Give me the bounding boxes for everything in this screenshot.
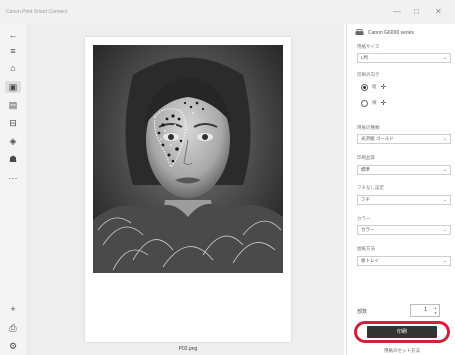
file-name: P02.png [178, 346, 198, 352]
paper-size-select[interactable]: L判 ⌄ [357, 53, 451, 63]
portrait-radio[interactable] [361, 83, 368, 91]
media-type-label: 用紙の種類 [357, 125, 380, 130]
scan-icon[interactable]: ⊟ [5, 117, 21, 129]
printer-icon[interactable]: ⎙ [5, 322, 21, 334]
copies-value: 1 [424, 307, 427, 313]
print-quality-select[interactable]: 標準 ⌄ [357, 165, 451, 175]
orientation-label: 印刷の向き [357, 72, 380, 77]
paper-size-value: L判 [361, 55, 369, 60]
landscape-label: 横 [372, 100, 377, 105]
landscape-icon: ✛ [380, 100, 387, 107]
paper-source-select[interactable]: 後トレイ ⌄ [357, 256, 451, 266]
color-select[interactable]: カラー ⌄ [357, 225, 451, 235]
layout-icon[interactable]: ◈ [5, 135, 21, 147]
print-button[interactable]: 印刷 [367, 326, 437, 338]
chevron-down-icon: ⌄ [442, 55, 447, 61]
preview-area: P02.png [26, 24, 344, 355]
print-quality-label: 印刷品質 [357, 155, 375, 160]
document-icon[interactable]: ▤ [5, 99, 21, 111]
portrait-label: 縦 [372, 84, 377, 89]
chevron-down-icon: ⌄ [442, 197, 447, 203]
title-bar: Canon Print Smart Connect — □ ✕ [0, 0, 455, 24]
maximize-button[interactable]: □ [414, 8, 419, 16]
color-label: カラー [357, 216, 371, 221]
paper-preview [85, 37, 291, 342]
back-arrow-icon[interactable]: ← [5, 29, 21, 41]
borderless-label: フチなし設定 [357, 185, 384, 190]
chevron-down-icon: ⌄ [442, 227, 447, 233]
copies-stepper[interactable]: 1 ▲ ▼ [410, 304, 440, 317]
photo-print-icon[interactable]: ▣ [5, 81, 21, 93]
spin-arrows-icon[interactable]: ▲ ▼ [434, 306, 437, 316]
sidebar: ← ≡ ⌂ ▣ ▤ ⊟ ◈ ☗ ··· + ⎙ ⚙ [0, 24, 27, 355]
borderless-value: フチ [361, 197, 370, 202]
settings-icon[interactable]: ⚙ [5, 340, 21, 352]
more-icon[interactable]: ··· [5, 172, 21, 184]
orientation-portrait-option[interactable]: 縦 ✛ [361, 83, 386, 91]
paper-source-label: 給紙方法 [357, 246, 375, 251]
portrait-photo [93, 45, 283, 273]
orientation-landscape-option[interactable]: 横 ✛ [361, 99, 386, 107]
add-icon[interactable]: + [5, 303, 21, 315]
minimize-button[interactable]: — [393, 8, 401, 16]
media-type-select[interactable]: 光沢紙 ゴールド ⌄ [357, 134, 451, 144]
people-icon[interactable]: ☗ [5, 153, 21, 165]
printer-name: Canon G6000 series [368, 29, 414, 36]
home-icon[interactable]: ⌂ [5, 62, 21, 74]
paper-size-label: 用紙サイズ [357, 44, 380, 49]
copies-label: 部数 [357, 309, 368, 315]
landscape-radio[interactable] [361, 99, 368, 107]
printer-icon [355, 29, 364, 35]
paper-loading-link[interactable]: 用紙のセット方法 [357, 348, 447, 354]
color-value: カラー [361, 227, 375, 232]
chevron-down-icon: ⌄ [442, 136, 447, 142]
borderless-select[interactable]: フチ ⌄ [357, 195, 451, 205]
app-title: Canon Print Smart Connect [6, 9, 68, 15]
portrait-icon: ✛ [380, 84, 387, 91]
close-button[interactable]: ✕ [435, 8, 442, 16]
print-quality-value: 標準 [361, 167, 370, 172]
chevron-down-icon: ⌄ [442, 167, 447, 173]
menu-icon[interactable]: ≡ [5, 45, 21, 57]
printer-selector[interactable]: Canon G6000 series [355, 29, 414, 36]
chevron-down-icon: ⌄ [442, 258, 447, 264]
print-settings-panel: Canon G6000 series 用紙サイズ L判 ⌄ 印刷の向き 縦 ✛ … [346, 24, 455, 355]
paper-source-value: 後トレイ [361, 258, 379, 263]
media-type-value: 光沢紙 ゴールド [361, 136, 394, 141]
